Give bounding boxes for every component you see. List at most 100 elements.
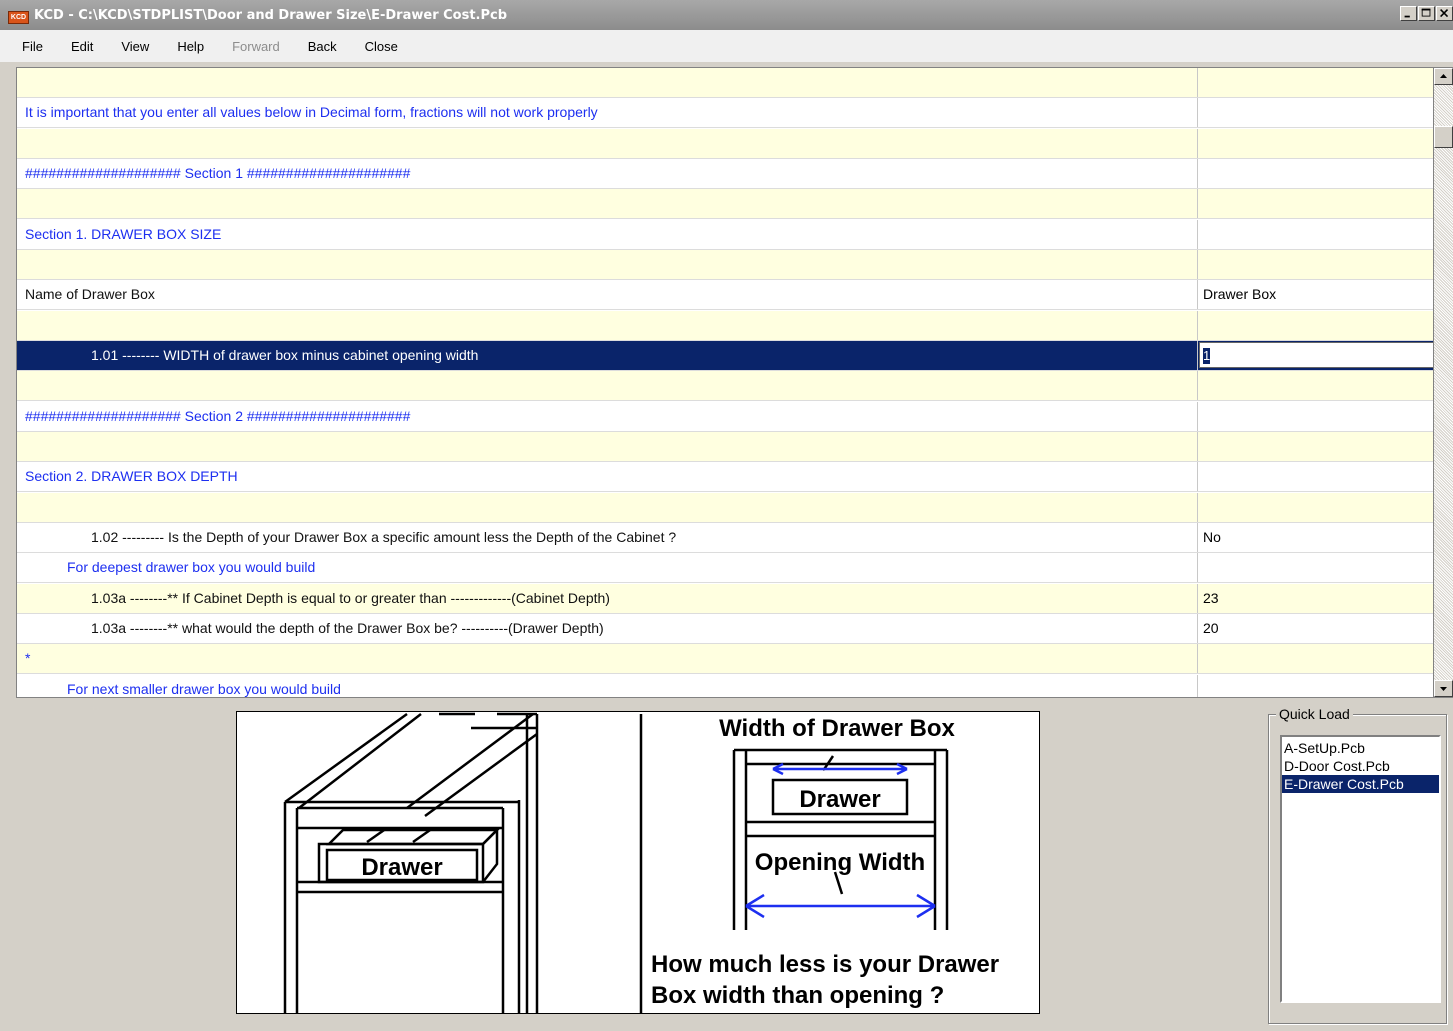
grid-row[interactable]: [17, 432, 1433, 462]
quick-load-item[interactable]: D-Door Cost.Pcb: [1282, 757, 1439, 775]
menu-bar: File Edit View Help Forward Back Close: [0, 30, 1453, 62]
menu-view[interactable]: View: [119, 39, 151, 54]
scroll-thumb[interactable]: [1434, 126, 1453, 148]
drawer-diagram: Drawer Width of Drawer Box Drawer Openin…: [283, 712, 999, 1013]
width-title-label: Width of Drawer Box: [719, 715, 955, 742]
maximize-icon: [1421, 8, 1431, 17]
row-value[interactable]: [1199, 675, 1433, 697]
grid-scrollbar[interactable]: [1434, 67, 1453, 698]
row-value[interactable]: [1199, 98, 1433, 127]
row-label: 1.02 --------- Is the Depth of your Draw…: [17, 523, 1198, 552]
row-value[interactable]: No: [1199, 523, 1433, 552]
row-label: #################### Section 2 #########…: [17, 402, 1198, 431]
settings-grid: It is important that you enter all value…: [16, 67, 1434, 698]
menu-help[interactable]: Help: [175, 39, 206, 54]
opening-arrow: [745, 893, 936, 919]
window-title: KCD - C:\KCD\STDPLIST\Door and Drawer Si…: [34, 8, 508, 23]
grid-row[interactable]: For deepest drawer box you would build: [17, 553, 1433, 583]
menu-close[interactable]: Close: [363, 39, 400, 54]
row-label: 1.01 -------- WIDTH of drawer box minus …: [17, 341, 1198, 370]
scroll-down-button[interactable]: [1434, 680, 1453, 697]
row-value[interactable]: [1199, 189, 1433, 218]
menu-forward[interactable]: Forward: [230, 39, 282, 54]
row-label: Section 1. DRAWER BOX SIZE: [17, 220, 1198, 249]
close-window-button[interactable]: [1436, 6, 1453, 21]
grid-row[interactable]: #################### Section 2 #########…: [17, 402, 1433, 432]
row-label: *: [17, 644, 1198, 673]
grid-row[interactable]: [17, 250, 1433, 280]
row-label: [17, 311, 1198, 340]
scroll-up-button[interactable]: [1434, 68, 1453, 85]
minimize-button[interactable]: [1400, 6, 1417, 21]
row-label: 1.03a --------** If Cabinet Depth is equ…: [17, 584, 1198, 613]
frame-lines: [732, 748, 949, 930]
menu-back[interactable]: Back: [306, 39, 339, 54]
grid-row[interactable]: 1.03a --------** what would the depth of…: [17, 614, 1433, 644]
row-value[interactable]: [1199, 68, 1433, 97]
row-label: [17, 371, 1198, 400]
menu-edit[interactable]: Edit: [69, 39, 95, 54]
row-value[interactable]: [1199, 129, 1433, 158]
grid-row[interactable]: 1.02 --------- Is the Depth of your Draw…: [17, 523, 1433, 553]
row-value[interactable]: [1199, 250, 1433, 279]
row-label: #################### Section 1 #########…: [17, 159, 1198, 188]
right-drawer-label: Drawer: [799, 786, 880, 813]
row-label: It is important that you enter all value…: [17, 98, 1198, 127]
quick-load-legend: Quick Load: [1276, 706, 1353, 722]
row-label: For next smaller drawer box you would bu…: [17, 675, 1198, 697]
arrow-up-icon: [1440, 74, 1447, 78]
drawer-illustration: Drawer Width of Drawer Box Drawer Openin…: [236, 711, 1040, 1014]
row-label: For deepest drawer box you would build: [17, 553, 1198, 582]
row-value[interactable]: [1199, 220, 1433, 249]
menu-file[interactable]: File: [20, 39, 45, 54]
grid-row[interactable]: [17, 189, 1433, 219]
grid-row[interactable]: Section 1. DRAWER BOX SIZE: [17, 220, 1433, 250]
kcd-app-icon[interactable]: KCD: [8, 11, 29, 24]
row-value[interactable]: [1199, 462, 1433, 491]
row-value[interactable]: [1199, 644, 1433, 673]
grid-row[interactable]: It is important that you enter all value…: [17, 98, 1433, 128]
row-value[interactable]: 20: [1199, 614, 1433, 643]
row-value[interactable]: [1199, 493, 1433, 522]
grid-row[interactable]: 1.03a --------** If Cabinet Depth is equ…: [17, 584, 1433, 614]
grid-row[interactable]: 1.01 -------- WIDTH of drawer box minus …: [17, 341, 1433, 371]
cabinet-drawing: [283, 712, 643, 1013]
grid-row[interactable]: [17, 129, 1433, 159]
row-value[interactable]: [1199, 553, 1433, 582]
window-controls: [1399, 6, 1453, 21]
row-label: Section 2. DRAWER BOX DEPTH: [17, 462, 1198, 491]
grid-row[interactable]: [17, 68, 1433, 98]
row-label: [17, 493, 1198, 522]
grid-row[interactable]: [17, 371, 1433, 401]
row-label: [17, 250, 1198, 279]
grid-row[interactable]: [17, 493, 1433, 523]
question-line-2: Box width than opening ?: [651, 982, 944, 1009]
width-arrow: [772, 762, 908, 776]
grid-row[interactable]: Section 2. DRAWER BOX DEPTH: [17, 462, 1433, 492]
grid-row[interactable]: For next smaller drawer box you would bu…: [17, 675, 1433, 697]
quick-load-item[interactable]: A-SetUp.Pcb: [1282, 739, 1439, 757]
title-bar: KCD KCD - C:\KCD\STDPLIST\Door and Drawe…: [0, 0, 1453, 30]
row-label: [17, 129, 1198, 158]
quick-load-item[interactable]: E-Drawer Cost.Pcb: [1282, 775, 1439, 793]
row-value[interactable]: [1199, 402, 1433, 431]
row-label: [17, 432, 1198, 461]
row-label: [17, 68, 1198, 97]
row-value[interactable]: [1199, 311, 1433, 340]
quick-load-list[interactable]: A-SetUp.Pcb D-Door Cost.Pcb E-Drawer Cost.…: [1280, 735, 1441, 1003]
selected-value: 1: [1203, 348, 1211, 365]
maximize-button[interactable]: [1418, 6, 1435, 21]
grid-row[interactable]: *: [17, 644, 1433, 674]
row-value[interactable]: Drawer Box: [1199, 280, 1433, 309]
row-label: [17, 189, 1198, 218]
row-value[interactable]: 23: [1199, 584, 1433, 613]
row-value[interactable]: [1199, 159, 1433, 188]
arrow-down-icon: [1440, 687, 1447, 691]
grid-row[interactable]: #################### Section 1 #########…: [17, 159, 1433, 189]
row-value[interactable]: [1199, 371, 1433, 400]
grid-row[interactable]: Name of Drawer Box Drawer Box: [17, 280, 1433, 310]
row-value[interactable]: [1199, 432, 1433, 461]
close-icon: [1440, 9, 1449, 18]
grid-row[interactable]: [17, 311, 1433, 341]
value-input[interactable]: 1: [1199, 342, 1433, 368]
